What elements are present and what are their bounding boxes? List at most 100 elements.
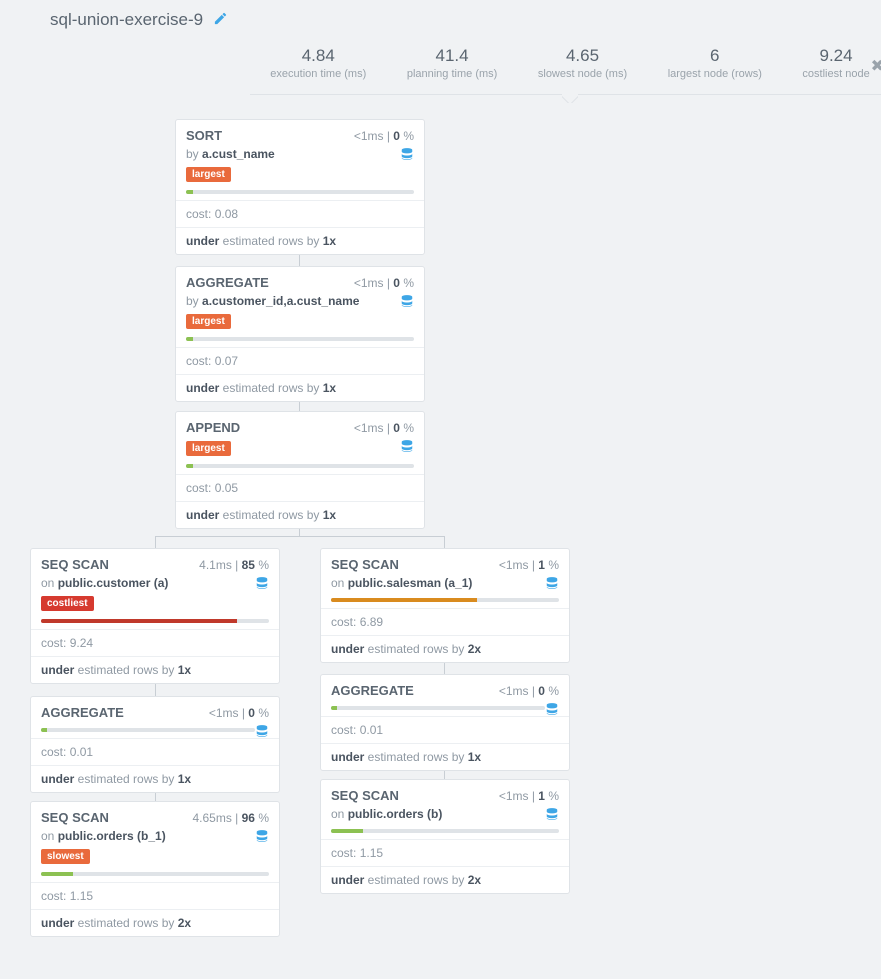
plan-node-aggregate[interactable]: AGGREGATE <1ms | 0 % cost: 0.01 under es… xyxy=(320,674,570,771)
database-icon xyxy=(400,294,414,308)
page-title: sql-union-exercise-9 xyxy=(50,10,203,30)
cost-row: cost: 0.01 xyxy=(31,738,279,765)
estimate-row: under estimated rows by 1x xyxy=(176,374,424,401)
cost-bar xyxy=(41,619,269,623)
cost-row: cost: 1.15 xyxy=(321,839,569,866)
cost-bar xyxy=(186,337,414,341)
connector xyxy=(444,662,445,674)
cost-row: cost: 1.15 xyxy=(31,882,279,909)
cost-row: cost: 0.01 xyxy=(321,716,569,743)
metric-slowest-node: 4.65 slowest node (ms) xyxy=(538,46,627,80)
op-name: AGGREGATE xyxy=(331,683,499,698)
cost-row: cost: 9.24 xyxy=(31,629,279,656)
op-detail: on public.customer (a) xyxy=(41,576,269,590)
metric-label: planning time (ms) xyxy=(407,68,497,80)
op-name: SORT xyxy=(186,128,354,143)
cost-bar xyxy=(186,464,414,468)
op-timing: <1ms | 0 % xyxy=(354,421,414,435)
cost-bar xyxy=(41,872,269,876)
op-name: APPEND xyxy=(186,420,354,435)
title-row: sql-union-exercise-9 xyxy=(50,10,881,30)
cost-row: cost: 0.07 xyxy=(176,347,424,374)
tag-largest: largest xyxy=(186,441,231,456)
metric-value: 4.65 xyxy=(538,46,627,66)
connector xyxy=(444,536,445,548)
op-timing: <1ms | 0 % xyxy=(354,276,414,290)
edit-icon[interactable] xyxy=(213,11,228,29)
plan-node-seqscan[interactable]: SEQ SCAN <1ms | 1 % on public.orders (b)… xyxy=(320,779,570,894)
plan-node-seqscan[interactable]: SEQ SCAN 4.1ms | 85 % on public.customer… xyxy=(30,548,280,684)
op-detail: on public.orders (b_1) xyxy=(41,829,269,843)
connector xyxy=(155,684,156,696)
op-name: SEQ SCAN xyxy=(41,557,199,572)
tag-largest: largest xyxy=(186,314,231,329)
database-icon xyxy=(255,829,269,843)
header: sql-union-exercise-9 4.84 execution time… xyxy=(0,0,881,99)
plan-canvas: SORT <1ms | 0 % by a.cust_name largest c… xyxy=(0,109,881,939)
op-timing: <1ms | 1 % xyxy=(499,558,559,572)
plan-node-aggregate[interactable]: AGGREGATE <1ms | 0 % by a.customer_id,a.… xyxy=(175,266,425,402)
plan-node-aggregate[interactable]: AGGREGATE <1ms | 0 % cost: 0.01 under es… xyxy=(30,696,280,793)
tag-costliest: costliest xyxy=(41,596,94,611)
connector xyxy=(155,536,445,537)
plan-node-sort[interactable]: SORT <1ms | 0 % by a.cust_name largest c… xyxy=(175,119,425,255)
metric-value: 6 xyxy=(668,46,762,66)
metric-planning-time: 41.4 planning time (ms) xyxy=(407,46,497,80)
estimate-row: under estimated rows by 2x xyxy=(321,635,569,662)
plan-node-seqscan[interactable]: SEQ SCAN <1ms | 1 % on public.salesman (… xyxy=(320,548,570,663)
tag-largest: largest xyxy=(186,167,231,182)
database-icon xyxy=(400,147,414,161)
op-detail: on public.salesman (a_1) xyxy=(331,576,559,590)
cost-row: cost: 6.89 xyxy=(321,608,569,635)
estimate-row: under estimated rows by 1x xyxy=(31,765,279,792)
metric-execution-time: 4.84 execution time (ms) xyxy=(270,46,366,80)
cost-bar xyxy=(41,728,255,732)
estimate-row: under estimated rows by 1x xyxy=(176,501,424,528)
database-icon xyxy=(545,576,559,590)
database-icon xyxy=(400,439,414,453)
op-timing: <1ms | 1 % xyxy=(499,789,559,803)
database-icon xyxy=(255,576,269,590)
cost-bar xyxy=(331,598,559,602)
op-name: AGGREGATE xyxy=(186,275,354,290)
close-icon[interactable]: ✖ xyxy=(871,56,881,76)
op-timing: <1ms | 0 % xyxy=(499,684,559,698)
op-timing: <1ms | 0 % xyxy=(354,129,414,143)
op-detail: by a.customer_id,a.cust_name xyxy=(186,294,414,308)
caret-down-icon xyxy=(562,94,578,103)
op-name: SEQ SCAN xyxy=(331,788,499,803)
op-name: SEQ SCAN xyxy=(41,810,192,825)
op-name: SEQ SCAN xyxy=(331,557,499,572)
cost-bar xyxy=(331,829,559,833)
tag-slowest: slowest xyxy=(41,849,90,864)
database-icon xyxy=(255,724,269,738)
metric-label: costliest node xyxy=(802,68,869,80)
cost-bar xyxy=(331,706,545,710)
metric-value: 9.24 xyxy=(802,46,869,66)
connector xyxy=(155,536,156,548)
cost-row: cost: 0.05 xyxy=(176,474,424,501)
estimate-row: under estimated rows by 1x xyxy=(321,743,569,770)
estimate-row: under estimated rows by 2x xyxy=(31,909,279,936)
metrics-bar: 4.84 execution time (ms) 41.4 planning t… xyxy=(250,38,881,95)
metric-label: execution time (ms) xyxy=(270,68,366,80)
plan-node-seqscan[interactable]: SEQ SCAN 4.65ms | 96 % on public.orders … xyxy=(30,801,280,937)
metric-value: 41.4 xyxy=(407,46,497,66)
cost-bar xyxy=(186,190,414,194)
cost-row: cost: 0.08 xyxy=(176,200,424,227)
op-name: AGGREGATE xyxy=(41,705,209,720)
op-timing: 4.1ms | 85 % xyxy=(199,558,269,572)
metric-costliest-node: 9.24 costliest node xyxy=(802,46,869,80)
plan-node-append[interactable]: APPEND <1ms | 0 % largest cost: 0.05 und… xyxy=(175,411,425,529)
op-detail: on public.orders (b) xyxy=(331,807,559,821)
database-icon xyxy=(545,702,559,716)
metric-largest-node: 6 largest node (rows) xyxy=(668,46,762,80)
metric-label: slowest node (ms) xyxy=(538,68,627,80)
metric-label: largest node (rows) xyxy=(668,68,762,80)
estimate-row: under estimated rows by 1x xyxy=(176,227,424,254)
op-detail: by a.cust_name xyxy=(186,147,414,161)
connector xyxy=(299,254,300,266)
estimate-row: under estimated rows by 1x xyxy=(31,656,279,683)
op-timing: 4.65ms | 96 % xyxy=(192,811,269,825)
op-timing: <1ms | 0 % xyxy=(209,706,269,720)
